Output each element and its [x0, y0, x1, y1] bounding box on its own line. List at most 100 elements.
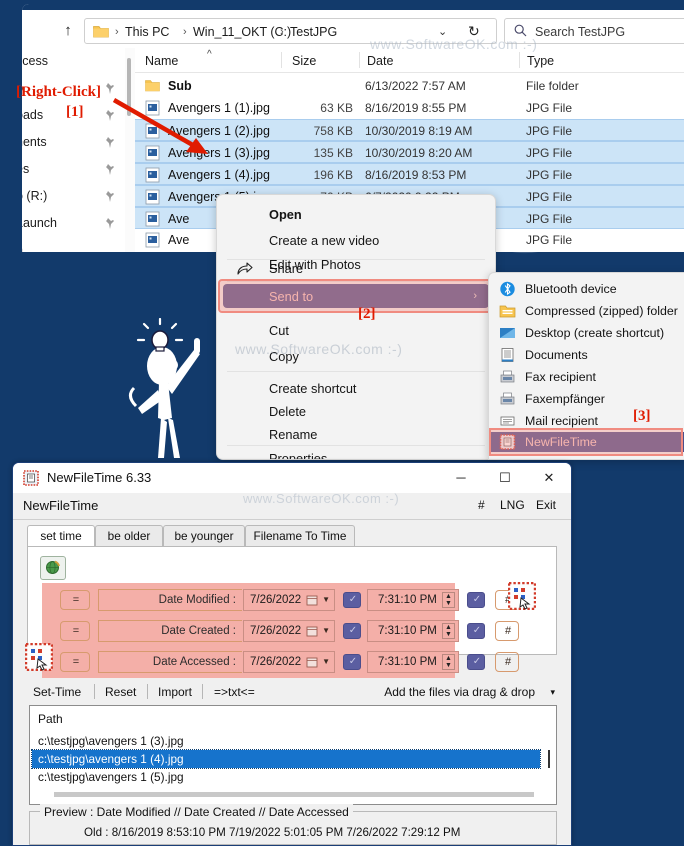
equals-button-modified[interactable]: = [60, 590, 90, 610]
menu-item-cut[interactable]: Cut [223, 317, 489, 343]
column-divider-3[interactable] [519, 52, 520, 68]
chevron-down-icon[interactable]: ▼ [322, 657, 330, 667]
menu-item-label: Create a new video [269, 233, 380, 248]
documents-icon [501, 348, 514, 362]
table-row[interactable]: Avengers 1 (4).jpg 196 KB 8/16/2019 8:53… [135, 163, 684, 185]
newfiletime-menu-bar: NewFileTime # LNG Exit www.SoftwareOK.co… [13, 491, 571, 520]
equals-button-accessed[interactable]: = [60, 652, 90, 672]
list-item[interactable]: c:\testjpg\avengers 1 (4).jpg [31, 749, 541, 769]
txt-export-button[interactable]: =>txt<= [214, 684, 255, 700]
stepper-down-icon[interactable]: ▼ [443, 662, 454, 670]
chevron-down-icon[interactable]: ▾ [550, 686, 555, 698]
menu-item-create-new-video[interactable]: Create a new video [223, 227, 489, 253]
column-divider-2[interactable] [359, 52, 360, 68]
chevron-down-icon[interactable]: ▼ [322, 626, 330, 636]
sidebar-item-6[interactable]: Launch [22, 210, 125, 237]
drag-drop-label[interactable]: Add the files via drag & drop [384, 684, 535, 700]
tab-filename-to-time[interactable]: Filename To Time [245, 525, 355, 547]
date-created-input[interactable]: 7/26/2022 ▼ [243, 620, 335, 642]
sidebar-item-7[interactable]: n [22, 237, 125, 252]
chevron-down-icon[interactable]: ▼ [322, 595, 330, 605]
fax-icon [500, 370, 515, 383]
menu-item-label: Create shortcut [269, 381, 357, 396]
breadcrumb-folder[interactable]: TestJPG [290, 23, 337, 41]
equals-button-created[interactable]: = [60, 621, 90, 641]
sidebar-item-label: ccess [22, 54, 48, 68]
close-button[interactable]: ✕ [527, 463, 571, 493]
minimize-button[interactable]: ─ [439, 463, 483, 493]
submenu-item-compressed-folder[interactable]: Compressed (zipped) folder [489, 300, 684, 321]
table-row[interactable]: Sub 6/13/2022 7:57 AM File folder [135, 75, 684, 97]
import-button[interactable]: Import [158, 684, 192, 700]
sidebar-item-label: o (R:) [22, 189, 48, 203]
date-accessed-input[interactable]: 7/26/2022 ▼ [243, 651, 335, 673]
column-header-name[interactable]: Name [145, 53, 178, 69]
date-created-row: = Date Created : 7/26/2022 ▼ ✓ 7:31:10 P… [42, 616, 519, 647]
maximize-button[interactable]: ☐ [483, 463, 527, 493]
date-created-checkbox[interactable]: ✓ [343, 623, 361, 639]
hash-button-accessed[interactable]: # [495, 652, 519, 672]
menu-newfiletime[interactable]: NewFileTime [23, 497, 98, 514]
date-accessed-checkbox[interactable]: ✓ [343, 654, 361, 670]
menu-hash[interactable]: # [478, 497, 485, 514]
menu-item-properties[interactable]: Properties [223, 445, 489, 459]
column-header-type[interactable]: Type [527, 53, 554, 69]
sidebar-item-label: nents [22, 135, 47, 149]
up-arrow-icon[interactable]: ↑ [60, 23, 76, 39]
stepper-down-icon[interactable]: ▼ [443, 600, 454, 608]
menu-item-share[interactable]: Share [223, 255, 489, 281]
file-type: JPG File [526, 212, 573, 226]
time-created-stepper[interactable]: ▲ ▼ [442, 623, 455, 639]
tab-be-older[interactable]: be older [95, 525, 163, 547]
tab-be-younger[interactable]: be younger [163, 525, 245, 547]
reset-button[interactable]: Reset [105, 684, 136, 700]
time-accessed-checkbox[interactable]: ✓ [467, 654, 485, 670]
grid-drag-icon-left[interactable] [25, 643, 53, 671]
set-time-button[interactable]: Set-Time [33, 684, 81, 700]
time-accessed-input[interactable]: 7:31:10 PM ▲ ▼ [367, 651, 459, 673]
time-created-input[interactable]: 7:31:10 PM ▲ ▼ [367, 620, 459, 642]
menu-item-label: Rename [269, 427, 318, 442]
stepper-down-icon[interactable]: ▼ [443, 631, 454, 639]
pin-icon [106, 191, 114, 202]
sidebar-item-label: Launch [22, 216, 58, 230]
submenu-item-fax-recipient[interactable]: Fax recipient [489, 366, 684, 387]
breadcrumb-drive[interactable]: Win_11_OKT (C:) [193, 23, 291, 41]
column-divider[interactable] [281, 52, 282, 68]
time-modified-stepper[interactable]: ▲ ▼ [442, 592, 455, 608]
tab-label: Filename To Time [253, 529, 347, 543]
menu-item-rename[interactable]: Rename [223, 421, 489, 447]
menu-lng[interactable]: LNG [500, 497, 525, 514]
sidebar-item-5[interactable]: o (R:) [22, 183, 125, 210]
submenu-item-faxempfaenger[interactable]: Faxempfänger [489, 388, 684, 409]
time-created-checkbox[interactable]: ✓ [467, 623, 485, 639]
check-icon: ✓ [348, 594, 358, 605]
column-header-date[interactable]: Date [367, 53, 393, 69]
hash-button-created[interactable]: # [495, 621, 519, 641]
submenu-item-desktop-shortcut[interactable]: Desktop (create shortcut) [489, 322, 684, 343]
list-item[interactable]: c:\testjpg\avengers 1 (3).jpg [32, 732, 540, 750]
mail-icon [500, 416, 515, 426]
list-item[interactable]: c:\testjpg\avengers 1 (5).jpg [32, 768, 540, 786]
menu-item-open[interactable]: Open [223, 201, 489, 227]
column-header-size[interactable]: Size [292, 53, 316, 69]
globe-refresh-icon[interactable] [40, 556, 66, 580]
time-modified-checkbox[interactable]: ✓ [467, 592, 485, 608]
vertical-scrollbar[interactable] [548, 750, 550, 768]
date-modified-value: 7/26/2022 [250, 594, 302, 606]
grid-drag-icon-right[interactable] [508, 582, 536, 610]
submenu-item-label: Mail recipient [525, 414, 598, 428]
submenu-item-bluetooth-device[interactable]: Bluetooth device [489, 278, 684, 299]
date-modified-checkbox[interactable]: ✓ [343, 592, 361, 608]
sidebar-item-0[interactable]: ccess [22, 48, 125, 75]
menu-exit[interactable]: Exit [536, 497, 556, 514]
submenu-item-documents[interactable]: Documents [489, 344, 684, 365]
breadcrumb-this-pc[interactable]: This PC [125, 23, 169, 41]
time-modified-input[interactable]: 7:31:10 PM ▲ ▼ [367, 589, 459, 611]
horizontal-scrollbar[interactable] [54, 792, 534, 797]
send-to-submenu: Bluetooth device Compressed (zipped) fol… [488, 272, 684, 460]
date-modified-input[interactable]: 7/26/2022 ▼ [243, 589, 335, 611]
file-path-list[interactable]: Path c:\testjpg\avengers 1 (3).jpg c:\te… [29, 705, 557, 805]
time-accessed-stepper[interactable]: ▲ ▼ [442, 654, 455, 670]
tab-set-time[interactable]: set time [27, 525, 95, 547]
